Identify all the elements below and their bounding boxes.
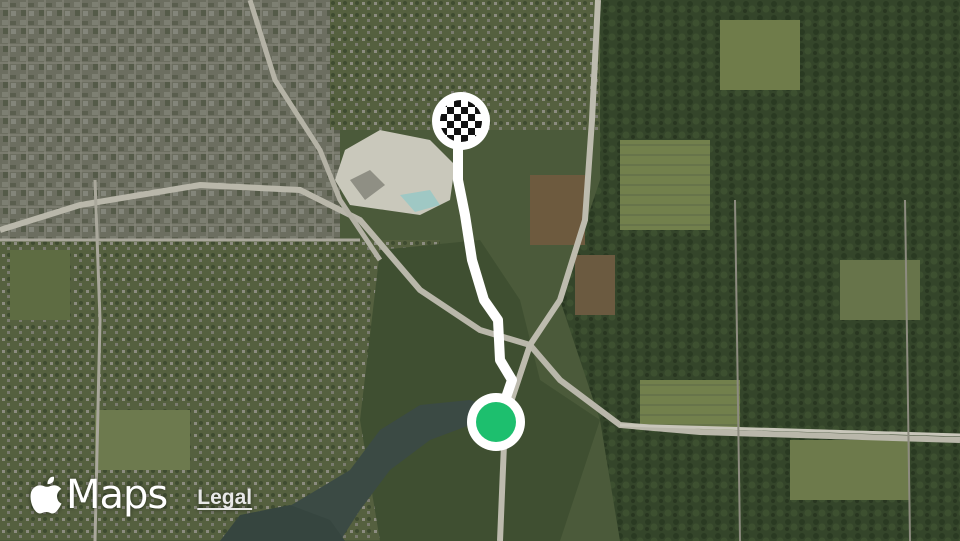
field-5 xyxy=(840,260,920,320)
legal-link[interactable]: Legal xyxy=(197,486,252,510)
checkered-flag-icon xyxy=(440,100,482,142)
green-dot-icon xyxy=(476,402,516,442)
field-southwest xyxy=(95,410,190,470)
field-3 xyxy=(640,380,740,430)
field-2 xyxy=(720,20,800,90)
apple-logo-icon xyxy=(30,476,62,514)
golf-course xyxy=(10,250,70,320)
field-brown-2 xyxy=(575,255,615,315)
urban-area-west xyxy=(0,0,340,260)
field-4 xyxy=(790,440,910,500)
map-attribution: Maps Legal xyxy=(30,470,252,520)
field-1 xyxy=(620,140,710,230)
apple-maps-brand: Maps xyxy=(30,472,168,518)
start-marker[interactable] xyxy=(467,393,525,451)
field-brown xyxy=(530,175,585,245)
satellite-map[interactable] xyxy=(0,0,960,541)
end-marker[interactable] xyxy=(432,92,490,150)
maps-brand-label: Maps xyxy=(66,472,168,518)
